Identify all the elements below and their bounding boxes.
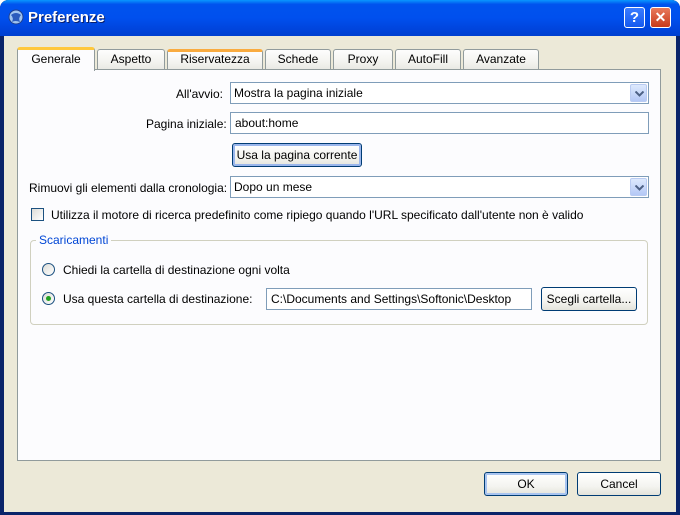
use-current-page-button[interactable]: Usa la pagina corrente bbox=[232, 143, 362, 167]
fallback-search-checkbox[interactable] bbox=[31, 208, 44, 221]
download-folder-input[interactable]: C:\Documents and Settings\Softonic\Deskt… bbox=[266, 288, 532, 310]
help-button[interactable]: ? bbox=[624, 7, 645, 28]
homepage-label: Pagina iniziale: bbox=[146, 117, 227, 131]
radio-selected-dot bbox=[46, 296, 51, 301]
downloads-group bbox=[30, 240, 648, 325]
startup-value: Mostra la pagina iniziale bbox=[234, 86, 363, 100]
startup-select[interactable]: Mostra la pagina iniziale bbox=[230, 82, 649, 104]
tab-label: Riservatezza bbox=[180, 52, 250, 66]
homepage-input[interactable]: about:home bbox=[230, 112, 649, 134]
tab-label: Aspetto bbox=[110, 52, 152, 66]
window-title: Preferenze bbox=[28, 9, 105, 26]
tab-label: Avanzate bbox=[476, 52, 526, 66]
cancel-button[interactable]: Cancel bbox=[577, 472, 661, 496]
tab-aspetto[interactable]: Aspetto bbox=[97, 49, 165, 70]
close-icon: ✕ bbox=[654, 9, 667, 25]
ask-folder-radio[interactable] bbox=[42, 263, 55, 276]
title-bar[interactable]: Preferenze ? ✕ bbox=[0, 0, 680, 36]
history-select[interactable]: Dopo un mese bbox=[230, 176, 649, 198]
fallback-search-label: Utilizza il motore di ricerca predefinit… bbox=[51, 208, 584, 222]
chevron-down-icon[interactable] bbox=[630, 84, 647, 102]
preferences-window: Preferenze ? ✕ Generale Aspetto Riservat… bbox=[0, 0, 680, 515]
help-icon: ? bbox=[629, 9, 640, 26]
downloads-group-title: Scaricamenti bbox=[36, 233, 112, 247]
close-button[interactable]: ✕ bbox=[650, 7, 671, 28]
tab-generale[interactable]: Generale bbox=[17, 47, 95, 71]
use-folder-label: Usa questa cartella di destinazione: bbox=[63, 292, 253, 306]
tab-riservatezza[interactable]: Riservatezza bbox=[167, 49, 263, 70]
use-folder-radio[interactable] bbox=[42, 292, 55, 305]
tab-proxy[interactable]: Proxy bbox=[333, 49, 393, 70]
tab-label: Generale bbox=[31, 52, 81, 66]
ok-button[interactable]: OK bbox=[484, 472, 568, 496]
tab-label: Schede bbox=[277, 52, 319, 66]
tab-avanzate[interactable]: Avanzate bbox=[463, 49, 539, 70]
tab-schede[interactable]: Schede bbox=[265, 49, 331, 70]
chevron-down-icon[interactable] bbox=[630, 178, 647, 196]
tab-label: Proxy bbox=[347, 52, 379, 66]
choose-folder-button[interactable]: Scegli cartella... bbox=[541, 287, 637, 311]
globe-icon bbox=[8, 9, 24, 25]
tab-label: AutoFill bbox=[407, 52, 448, 66]
history-value: Dopo un mese bbox=[234, 180, 313, 194]
startup-label: All'avvio: bbox=[176, 87, 223, 101]
tab-autofill[interactable]: AutoFill bbox=[395, 49, 461, 70]
history-label: Rimuovi gli elementi dalla cronologia: bbox=[29, 181, 228, 195]
ask-folder-label: Chiedi la cartella di destinazione ogni … bbox=[63, 263, 290, 277]
